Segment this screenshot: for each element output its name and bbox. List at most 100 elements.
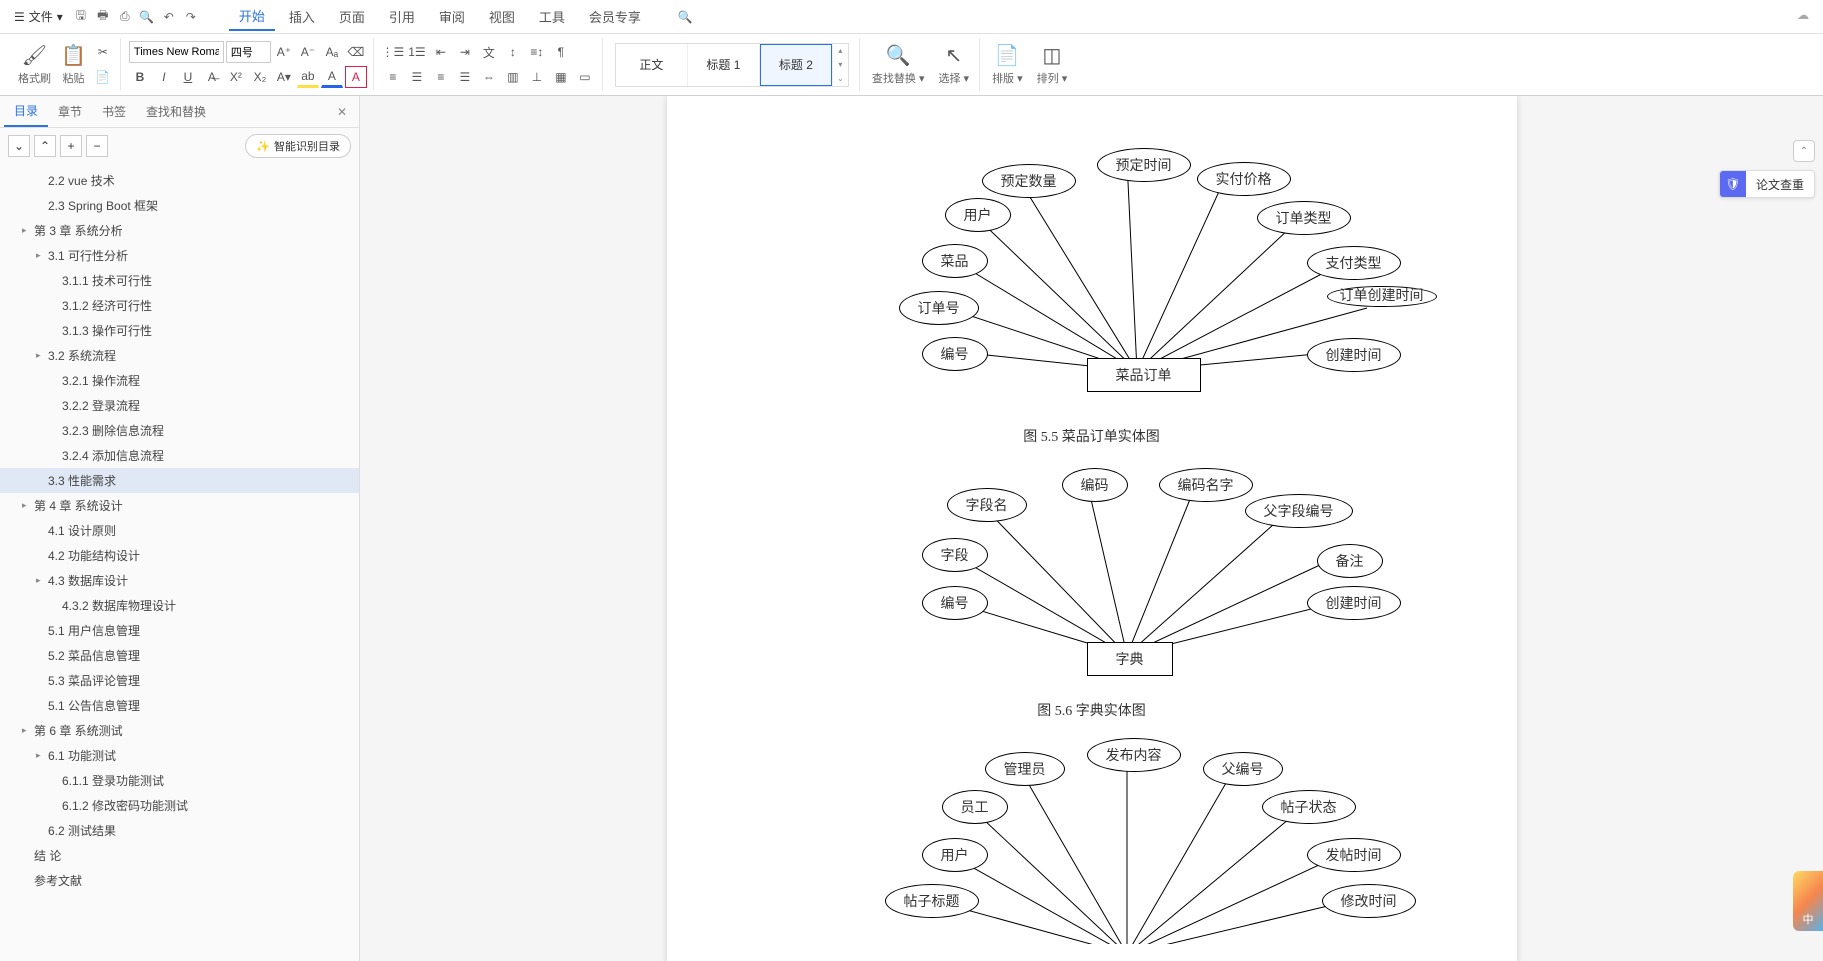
outline-tab-chapters[interactable]: 章节	[48, 97, 92, 126]
outline-add[interactable]: +	[60, 135, 82, 157]
tree-item[interactable]: 4.2 功能结构设计	[0, 543, 359, 568]
cloud-icon[interactable]: ☁	[1797, 8, 1809, 22]
style-normal[interactable]: 正文	[616, 44, 688, 86]
strikethrough-button[interactable]: A̶	[201, 66, 223, 88]
corner-tab[interactable]: 中	[1793, 871, 1823, 931]
tree-item[interactable]: 3.2.2 登录流程	[0, 393, 359, 418]
preview-icon[interactable]: 🔍	[137, 7, 157, 27]
number-list-icon[interactable]: 1☰	[406, 41, 428, 63]
increase-font-icon[interactable]: A⁺	[273, 41, 295, 63]
tree-item[interactable]: 5.1 公告信息管理	[0, 693, 359, 718]
tree-item[interactable]: 3.1.1 技术可行性	[0, 268, 359, 293]
tree-item[interactable]: 3.2.4 添加信息流程	[0, 443, 359, 468]
tree-item[interactable]: 3.2.1 操作流程	[0, 368, 359, 393]
plagiarism-check-button[interactable]: 🛡 论文查重	[1719, 170, 1815, 198]
tree-item[interactable]: ▸第 4 章 系统设计	[0, 493, 359, 518]
save-icon[interactable]: 🖫	[71, 7, 91, 27]
tree-item[interactable]: ▸3.1 可行性分析	[0, 243, 359, 268]
align-right-icon[interactable]: ≡	[430, 66, 452, 88]
style-scroll-down[interactable]: ▾	[832, 58, 848, 72]
tree-item[interactable]: 3.2.3 删除信息流程	[0, 418, 359, 443]
style-h1[interactable]: 标题 1	[688, 44, 760, 86]
font-family-select[interactable]	[129, 41, 224, 63]
arrange-button[interactable]: ◫ 排列 ▾	[1033, 41, 1072, 88]
find-replace-button[interactable]: 🔍 查找替换 ▾	[868, 41, 929, 88]
tree-item[interactable]: ▸3.2 系统流程	[0, 343, 359, 368]
underline-button[interactable]: U	[177, 66, 199, 88]
tree-item[interactable]: 3.3 性能需求	[0, 468, 359, 493]
menu-tools[interactable]: 工具	[529, 3, 575, 30]
sort-icon[interactable]: ↕	[502, 41, 524, 63]
decrease-indent-icon[interactable]: ⇤	[430, 41, 452, 63]
font-size-select[interactable]	[226, 41, 271, 63]
search-icon[interactable]: 🔍	[675, 7, 695, 27]
distribute-icon[interactable]: ⇔	[478, 66, 500, 88]
tree-item[interactable]: 5.2 菜品信息管理	[0, 643, 359, 668]
italic-button[interactable]: I	[153, 66, 175, 88]
style-expand[interactable]: ⌄	[832, 72, 848, 86]
tree-item[interactable]: 4.1 设计原则	[0, 518, 359, 543]
menu-insert[interactable]: 插入	[279, 3, 325, 30]
tree-item[interactable]: 5.3 菜品评论管理	[0, 668, 359, 693]
format-brush-button[interactable]: 🖌 格式刷	[14, 41, 55, 88]
bold-button[interactable]: B	[129, 66, 151, 88]
paste-button[interactable]: 📋 粘贴	[57, 41, 90, 88]
redo-icon[interactable]: ↷	[181, 7, 201, 27]
columns-icon[interactable]: ▥	[502, 66, 524, 88]
copy-icon[interactable]: 📄	[92, 66, 114, 88]
tabs-icon[interactable]: ⊥	[526, 66, 548, 88]
menu-references[interactable]: 引用	[379, 3, 425, 30]
outline-tree[interactable]: 2.2 vue 技术2.3 Spring Boot 框架▸第 3 章 系统分析▸…	[0, 164, 359, 961]
menu-review[interactable]: 审阅	[429, 3, 475, 30]
align-left-icon[interactable]: ≡	[382, 66, 404, 88]
bullet-list-icon[interactable]: ⋮☰	[382, 41, 404, 63]
outline-close-button[interactable]: ✕	[329, 101, 355, 123]
tree-item[interactable]: ▸6.1 功能测试	[0, 743, 359, 768]
tree-item[interactable]: 结 论	[0, 843, 359, 868]
align-center-icon[interactable]: ☰	[406, 66, 428, 88]
tree-item[interactable]: ▸4.3 数据库设计	[0, 568, 359, 593]
layout-button[interactable]: 📄 排版 ▾	[988, 41, 1027, 88]
collapse-toggle[interactable]: ⌃	[1793, 140, 1815, 162]
outline-tab-bookmarks[interactable]: 书签	[92, 97, 136, 126]
style-h2[interactable]: 标题 2	[760, 44, 832, 86]
increase-indent-icon[interactable]: ⇥	[454, 41, 476, 63]
align-justify-icon[interactable]: ☰	[454, 66, 476, 88]
tree-item[interactable]: 2.3 Spring Boot 框架	[0, 193, 359, 218]
tree-item[interactable]: 参考文献	[0, 868, 359, 893]
tree-item[interactable]: 3.1.3 操作可行性	[0, 318, 359, 343]
font-annotate-button[interactable]: A	[345, 66, 367, 88]
outline-tab-find[interactable]: 查找和替换	[136, 97, 216, 126]
print-preview-icon[interactable]: 🖶	[93, 7, 113, 27]
tree-item[interactable]: 6.1.2 修改密码功能测试	[0, 793, 359, 818]
select-button[interactable]: ↖ 选择 ▾	[934, 41, 973, 88]
tree-item[interactable]: 5.1 用户信息管理	[0, 618, 359, 643]
menu-start[interactable]: 开始	[229, 2, 275, 31]
tree-item[interactable]: 3.1.2 经济可行性	[0, 293, 359, 318]
line-spacing-icon[interactable]: ≡↕	[526, 41, 548, 63]
highlight-button[interactable]: ab	[297, 66, 319, 88]
tree-item[interactable]: 6.1.1 登录功能测试	[0, 768, 359, 793]
tree-item[interactable]: ▸第 3 章 系统分析	[0, 218, 359, 243]
subscript-button[interactable]: X₂	[249, 66, 271, 88]
menu-member[interactable]: 会员专享	[579, 3, 651, 30]
change-case-icon[interactable]: Aₐ	[321, 41, 343, 63]
tree-item[interactable]: 4.3.2 数据库物理设计	[0, 593, 359, 618]
outline-expand-down[interactable]: ⌄	[8, 135, 30, 157]
tree-item[interactable]: ▸第 6 章 系统测试	[0, 718, 359, 743]
font-effects-button[interactable]: A▾	[273, 66, 295, 88]
menu-view[interactable]: 视图	[479, 3, 525, 30]
outline-remove[interactable]: −	[86, 135, 108, 157]
style-scroll-up[interactable]: ▴	[832, 44, 848, 58]
font-color-button[interactable]: A	[321, 66, 343, 88]
shading-icon[interactable]: ▦	[550, 66, 572, 88]
decrease-font-icon[interactable]: A⁻	[297, 41, 319, 63]
text-direction-icon[interactable]: 文	[478, 41, 500, 63]
show-marks-icon[interactable]: ¶	[550, 41, 572, 63]
outline-collapse-up[interactable]: ⌃	[34, 135, 56, 157]
print-icon[interactable]: ⎙	[115, 7, 135, 27]
borders-icon[interactable]: ▭	[574, 66, 596, 88]
smart-detect-toc-button[interactable]: ✨ 智能识别目录	[245, 134, 351, 158]
menu-page[interactable]: 页面	[329, 3, 375, 30]
superscript-button[interactable]: X²	[225, 66, 247, 88]
